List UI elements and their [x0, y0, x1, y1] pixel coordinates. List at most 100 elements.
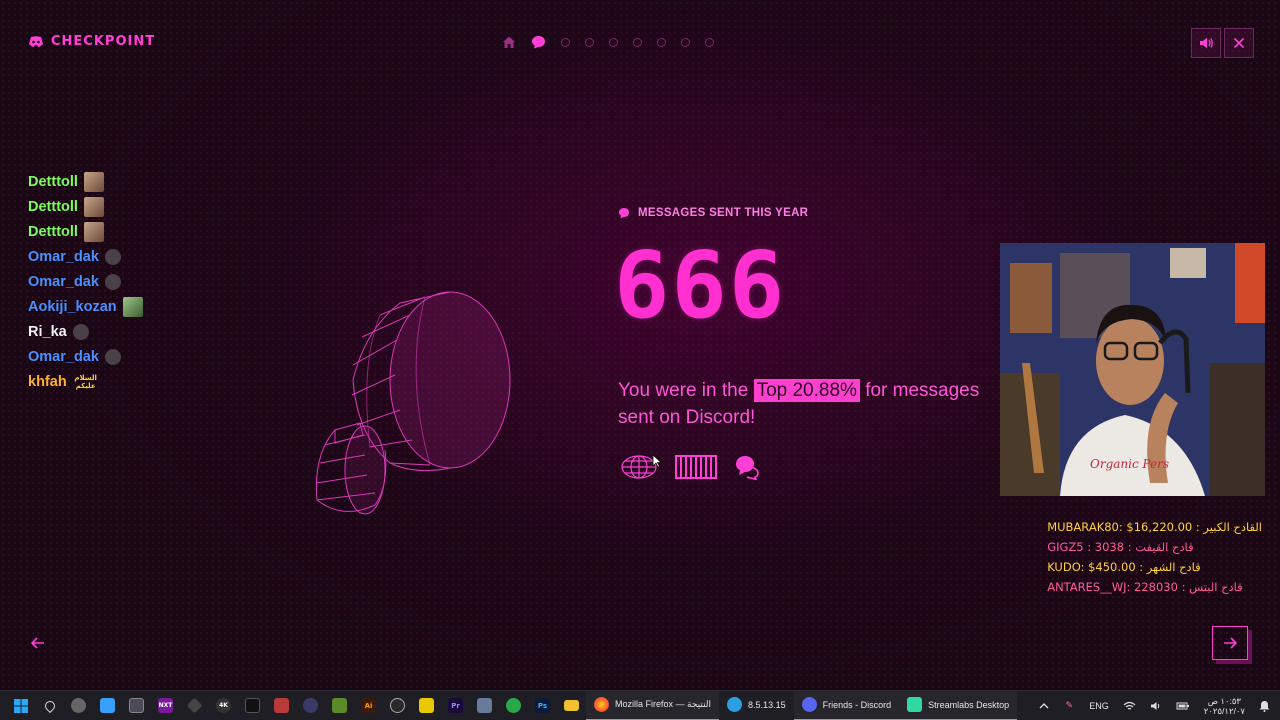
nav-dot-4[interactable]	[633, 37, 642, 47]
next-app-icon: NXT	[158, 698, 173, 713]
map-pin-icon	[42, 698, 57, 713]
system-tray: ✎ ENG ١٠:٥٣ ص ٢٠٢٥/١٢/٠٧	[1039, 691, 1270, 720]
nav-dot-7[interactable]	[705, 37, 714, 47]
battery-icon[interactable]	[1176, 701, 1190, 711]
chat-username: Aokiji_kozan	[28, 299, 117, 315]
taskbar-file-explorer[interactable]	[557, 691, 586, 720]
taskbar-app-yellow[interactable]	[412, 691, 441, 720]
gear-icon	[71, 698, 86, 713]
chart-app-icon	[332, 698, 347, 713]
chat-username: Omar_dak	[28, 349, 99, 365]
chat-bubble-icon	[619, 208, 629, 219]
chat-username: Omar_dak	[28, 274, 99, 290]
system-clock[interactable]: ١٠:٥٣ ص ٢٠٢٥/١٢/٠٧	[1204, 696, 1245, 716]
taskbar-app-cube[interactable]	[180, 691, 209, 720]
windows-taskbar: NXT 4K Ai Pr Ps Mozilla Firefox — النتيج…	[0, 690, 1280, 720]
chat-message: khfah السلام عليكم	[28, 372, 143, 392]
chat-message: Omar_dak	[28, 272, 143, 292]
taskbar-app-4k[interactable]: 4K	[209, 691, 238, 720]
chat-message: Detttoll	[28, 222, 143, 242]
nav-dot-2[interactable]	[585, 37, 594, 47]
next-button[interactable]	[1212, 626, 1248, 660]
app-icon	[419, 698, 434, 713]
clock-time: ١٠:٥٣ ص	[1207, 696, 1241, 706]
chat-emote	[104, 274, 121, 290]
chat-username: khfah	[28, 374, 67, 390]
taskbar-app-gear[interactable]	[383, 691, 412, 720]
nav-dot-5[interactable]	[657, 37, 666, 47]
brand-logo: CHECKPOINT	[28, 34, 155, 49]
calculator-icon	[129, 698, 144, 713]
chat-username: Detttoll	[28, 174, 78, 190]
taskbar-discord[interactable]: Friends - Discord	[793, 690, 900, 720]
chat-username: Omar_dak	[28, 249, 99, 265]
message-count: 666	[614, 232, 787, 339]
donation-entry: القادح الكبير : MUBARAK80: $16,220.00	[1047, 520, 1262, 534]
mute-button[interactable]	[1191, 28, 1221, 58]
nav-dot-1[interactable]	[561, 37, 570, 47]
donation-entry: قادح البتس : ANTARES__WJ: 228030	[1047, 580, 1243, 594]
taskbar-app-dark[interactable]	[238, 691, 267, 720]
taskbar-premiere[interactable]: Pr	[441, 691, 470, 720]
taskbar-app-green[interactable]	[499, 691, 528, 720]
speech-bubbles-icon	[736, 456, 759, 480]
volume-icon[interactable]	[1150, 701, 1162, 711]
wireframe-bubble-illustration	[315, 291, 511, 515]
taskbar-app-blue[interactable]	[93, 691, 122, 720]
nav-dot-6[interactable]	[681, 37, 690, 47]
chat-bubble-icon[interactable]	[531, 35, 546, 49]
chat-message: Detttoll	[28, 197, 143, 217]
chat-emote	[104, 349, 121, 365]
chevron-up-icon[interactable]	[1039, 702, 1049, 710]
app-icon	[303, 698, 318, 713]
box-icon	[477, 698, 492, 713]
taskbar-app-box[interactable]	[470, 691, 499, 720]
discord-icon	[29, 35, 43, 47]
arrow-right-icon	[1224, 637, 1238, 649]
chat-emote	[83, 172, 104, 192]
svg-text:Organic Pers: Organic Pers	[1090, 457, 1169, 471]
illustrator-icon: Ai	[361, 698, 376, 713]
close-icon	[1233, 37, 1245, 49]
taskbar-app-next[interactable]: NXT	[151, 691, 180, 720]
app-icon	[245, 698, 260, 713]
home-icon[interactable]	[502, 35, 516, 49]
start-button[interactable]	[6, 691, 35, 720]
taskbar-maps[interactable]	[35, 691, 64, 720]
taskbar-app-label: Mozilla Firefox — النتيجة	[615, 699, 712, 709]
taskbar-settings[interactable]	[64, 691, 93, 720]
folder-icon	[564, 700, 579, 711]
discord-icon	[801, 697, 817, 712]
photoshop-icon: Ps	[535, 698, 550, 713]
chat-emote	[104, 249, 121, 265]
taskbar-photoshop[interactable]: Ps	[528, 691, 557, 720]
clock-date: ٢٠٢٥/١٢/٠٧	[1203, 706, 1245, 716]
arrow-left-icon[interactable]	[28, 633, 48, 653]
notification-icon[interactable]	[1259, 700, 1270, 712]
taskbar-app-red[interactable]	[267, 691, 296, 720]
taskbar-calculator[interactable]	[122, 691, 151, 720]
chat-emote	[83, 197, 104, 217]
taskbar-app-chart[interactable]	[325, 691, 354, 720]
brand-name: CHECKPOINT	[51, 34, 156, 49]
taskbar-app-label: Streamlabs Desktop	[928, 699, 1010, 710]
taskbar-firefox[interactable]: Mozilla Firefox — النتيجة	[586, 690, 720, 720]
chat-username: Ri_ka	[28, 324, 67, 340]
telegram-icon	[727, 697, 743, 712]
4k-icon: 4K	[216, 698, 231, 713]
volume-icon	[1199, 37, 1213, 49]
webcam-image: Organic Pers	[1000, 243, 1265, 496]
taskbar-illustrator[interactable]: Ai	[354, 691, 383, 720]
nav-dot-3[interactable]	[609, 37, 618, 47]
stream-chat: Detttoll Detttoll Detttoll Omar_dak Omar…	[28, 172, 143, 392]
progress-nav	[502, 32, 714, 52]
wifi-icon[interactable]	[1123, 701, 1136, 711]
pen-icon[interactable]: ✎	[1063, 699, 1075, 714]
taskbar-streamlabs[interactable]: Streamlabs Desktop	[899, 690, 1018, 720]
taskbar-app-circle[interactable]	[296, 691, 325, 720]
chat-emote	[122, 297, 143, 317]
taskbar-telegram[interactable]: 8.5.13.15	[719, 691, 794, 720]
close-button[interactable]	[1224, 28, 1254, 58]
language-indicator[interactable]: ENG	[1089, 701, 1109, 711]
firefox-icon	[594, 697, 609, 712]
